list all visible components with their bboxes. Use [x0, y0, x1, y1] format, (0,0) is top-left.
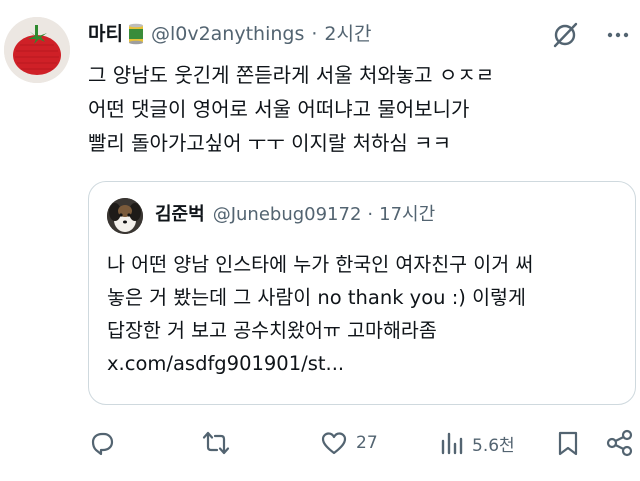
- like-button[interactable]: 27: [320, 425, 378, 461]
- quote-text: 나 어떤 양남 인스타에 누가 한국인 여자친구 이거 써 놓은 거 봤는데 그…: [107, 253, 534, 375]
- quote-time: 17시간: [379, 204, 436, 225]
- quote-author-avatar[interactable]: [107, 198, 143, 234]
- separator-dot: ·: [311, 23, 318, 45]
- bookmark-icon: [558, 431, 578, 456]
- author-name[interactable]: 마티: [88, 20, 123, 48]
- dog-avatar-icon: [107, 198, 143, 234]
- bookmark-button[interactable]: [555, 425, 581, 461]
- tweet-text: 그 양남도 웃긴게 쫀듣라게 서울 처와놓고 ㅇㅈㄹ 어떤 댓글이 영어로 서울…: [88, 63, 495, 155]
- quoted-tweet[interactable]: 김준벅 @Junebug09172 · 17시간 나 어떤 양남 인스타에 누가…: [88, 181, 636, 405]
- author-avatar[interactable]: [4, 17, 70, 83]
- grok-icon[interactable]: [550, 20, 580, 50]
- retweet-button[interactable]: [201, 425, 239, 461]
- author-handle[interactable]: @l0v2anythings: [151, 20, 304, 48]
- quote-header: 김준벅 @Junebug09172 · 17시간: [155, 202, 435, 228]
- crochet-tomato-avatar-icon: [4, 17, 70, 83]
- share-button[interactable]: [605, 425, 635, 461]
- tweet-header: 마티 @l0v2anythings · 2시간: [88, 20, 371, 48]
- like-count: 27: [356, 433, 378, 453]
- reply-icon: [91, 432, 114, 456]
- view-count: 5.6천: [472, 435, 515, 456]
- views-button[interactable]: 5.6천: [440, 425, 515, 461]
- can-emoji-icon: [128, 23, 144, 45]
- quote-separator-dot: ·: [367, 204, 374, 225]
- share-icon: [606, 429, 633, 457]
- heart-icon: [321, 432, 347, 455]
- reply-button[interactable]: [88, 425, 124, 461]
- header-actions: [550, 20, 630, 50]
- more-options-icon[interactable]: [606, 23, 630, 47]
- tweet-time[interactable]: 2시간: [324, 20, 371, 48]
- retweet-icon: [202, 431, 230, 455]
- quote-author-name: 김준벅: [155, 204, 205, 225]
- views-bar-chart-icon: [441, 432, 463, 455]
- tweet-action-bar: 27 5.6천: [88, 425, 640, 461]
- quote-author-handle: @Junebug09172: [212, 204, 362, 225]
